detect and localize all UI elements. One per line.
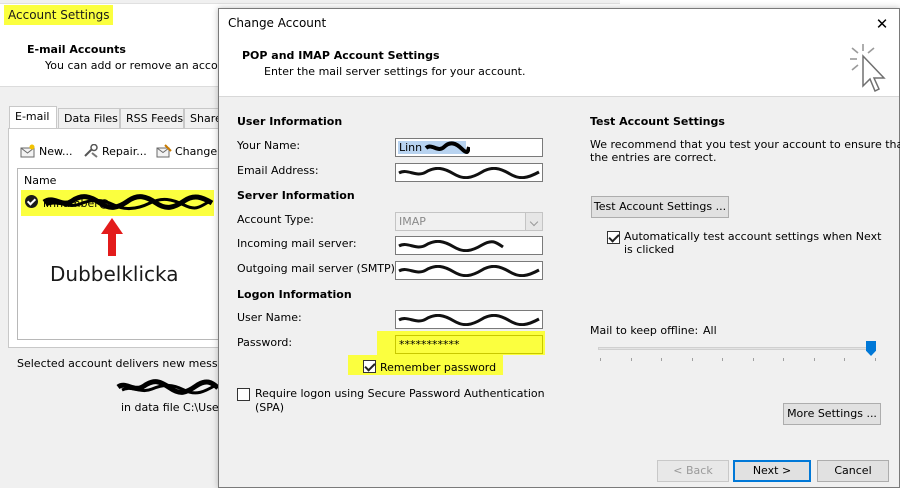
slider-tick bbox=[813, 358, 815, 361]
account-type-value: IMAP bbox=[399, 215, 426, 228]
new-mail-icon bbox=[20, 144, 36, 158]
data-file-text: in data file C:\Users bbox=[121, 401, 229, 414]
chevron-down-icon bbox=[525, 213, 542, 230]
spa-label-2: (SPA) bbox=[255, 401, 285, 414]
email-address-label: Email Address: bbox=[237, 164, 319, 177]
tab-rss-feeds[interactable]: RSS Feeds bbox=[120, 108, 184, 129]
your-name-value: Linn bbox=[399, 141, 423, 154]
redaction-scribble bbox=[42, 194, 214, 211]
slider-tick bbox=[783, 358, 784, 361]
cancel-button[interactable]: Cancel bbox=[817, 460, 889, 482]
default-account-check-icon bbox=[25, 195, 38, 208]
account-type-label: Account Type: bbox=[237, 213, 314, 226]
email-accounts-heading: E-mail Accounts bbox=[27, 43, 126, 56]
your-name-label: Your Name: bbox=[237, 139, 301, 152]
email-address-field[interactable] bbox=[395, 163, 543, 182]
password-label: Password: bbox=[237, 336, 293, 349]
your-name-field[interactable]: Linn bbox=[395, 138, 543, 157]
slider-tick bbox=[630, 358, 632, 361]
account-settings-title: Account Settings bbox=[4, 5, 114, 25]
next-button[interactable]: Next > bbox=[733, 460, 811, 482]
test-account-settings-heading: Test Account Settings bbox=[590, 115, 725, 128]
redaction-scribble bbox=[398, 240, 504, 252]
mail-offline-value: All bbox=[703, 324, 717, 337]
double-click-annotation: Dubbelklicka bbox=[50, 262, 179, 286]
test-description-line-2: the entries are correct. bbox=[590, 151, 717, 164]
user-information-heading: User Information bbox=[237, 115, 343, 128]
delivers-text: Selected account delivers new messages bbox=[17, 357, 244, 370]
slider-tick bbox=[722, 358, 723, 361]
more-settings-button[interactable]: More Settings ... bbox=[783, 403, 881, 425]
password-value: *********** bbox=[399, 338, 460, 351]
change-account-dialog: Change Account ✕ POP and IMAP Account Se… bbox=[218, 8, 900, 488]
dialog-subheading: Enter the mail server settings for your … bbox=[264, 65, 526, 78]
user-name-field[interactable] bbox=[395, 310, 543, 329]
close-button[interactable]: ✕ bbox=[871, 13, 893, 35]
red-arrow-icon bbox=[101, 218, 123, 256]
account-type-select: IMAP bbox=[395, 212, 543, 231]
server-information-heading: Server Information bbox=[237, 189, 355, 202]
list-header-name: Name bbox=[24, 174, 57, 187]
back-button[interactable]: < Back bbox=[657, 460, 729, 482]
top-strip bbox=[0, 0, 620, 4]
test-description-line-1: We recommend that you test your account … bbox=[590, 138, 900, 151]
redaction-scribble bbox=[398, 167, 540, 179]
redaction-scribble bbox=[116, 379, 220, 395]
tab-sharepoint[interactable]: Share bbox=[184, 108, 220, 129]
incoming-server-label: Incoming mail server: bbox=[237, 237, 357, 250]
repair-button[interactable]: Repair... bbox=[83, 143, 147, 159]
wrench-icon bbox=[83, 143, 99, 158]
mail-offline-label: Mail to keep offline: bbox=[590, 324, 699, 337]
logon-information-heading: Logon Information bbox=[237, 288, 352, 301]
spa-checkbox[interactable] bbox=[237, 388, 250, 401]
redaction-scribble bbox=[424, 141, 470, 154]
dialog-title: Change Account bbox=[228, 16, 327, 30]
auto-test-checkbox[interactable] bbox=[607, 231, 620, 244]
slider-tick bbox=[752, 358, 754, 361]
tab-data-files[interactable]: Data Files bbox=[58, 108, 120, 129]
redaction-scribble bbox=[398, 314, 540, 326]
slider-tick bbox=[844, 358, 845, 361]
repair-label: Repair... bbox=[102, 144, 147, 158]
auto-test-label-2: is clicked bbox=[624, 243, 675, 256]
outgoing-server-label: Outgoing mail server (SMTP): bbox=[237, 262, 399, 275]
slider-tick bbox=[691, 358, 693, 361]
change-button[interactable]: Change... bbox=[156, 143, 228, 159]
change-mail-icon bbox=[156, 144, 172, 158]
new-account-label: New... bbox=[39, 144, 73, 158]
slider-tick bbox=[600, 358, 601, 361]
spa-label: Require logon using Secure Password Auth… bbox=[255, 387, 545, 400]
password-field[interactable]: *********** bbox=[395, 335, 543, 354]
auto-test-label: Automatically test account settings when… bbox=[624, 230, 882, 243]
remember-password-label: Remember password bbox=[380, 361, 497, 374]
slider-tick bbox=[874, 358, 876, 361]
tab-email[interactable]: E-mail bbox=[9, 106, 57, 129]
slider-tick bbox=[661, 358, 662, 361]
email-accounts-subheading: You can add or remove an account bbox=[45, 59, 236, 72]
remember-password-checkbox[interactable] bbox=[363, 360, 376, 373]
dialog-heading: POP and IMAP Account Settings bbox=[242, 49, 440, 62]
incoming-server-field[interactable] bbox=[395, 236, 543, 255]
outgoing-server-field[interactable] bbox=[395, 261, 543, 280]
new-account-button[interactable]: New... bbox=[20, 143, 72, 159]
cursor-sparkle-icon bbox=[850, 44, 886, 93]
redaction-scribble bbox=[398, 265, 540, 277]
user-name-label: User Name: bbox=[237, 311, 302, 324]
mail-offline-slider-track[interactable] bbox=[598, 347, 876, 350]
test-account-settings-button[interactable]: Test Account Settings ... bbox=[591, 196, 729, 218]
